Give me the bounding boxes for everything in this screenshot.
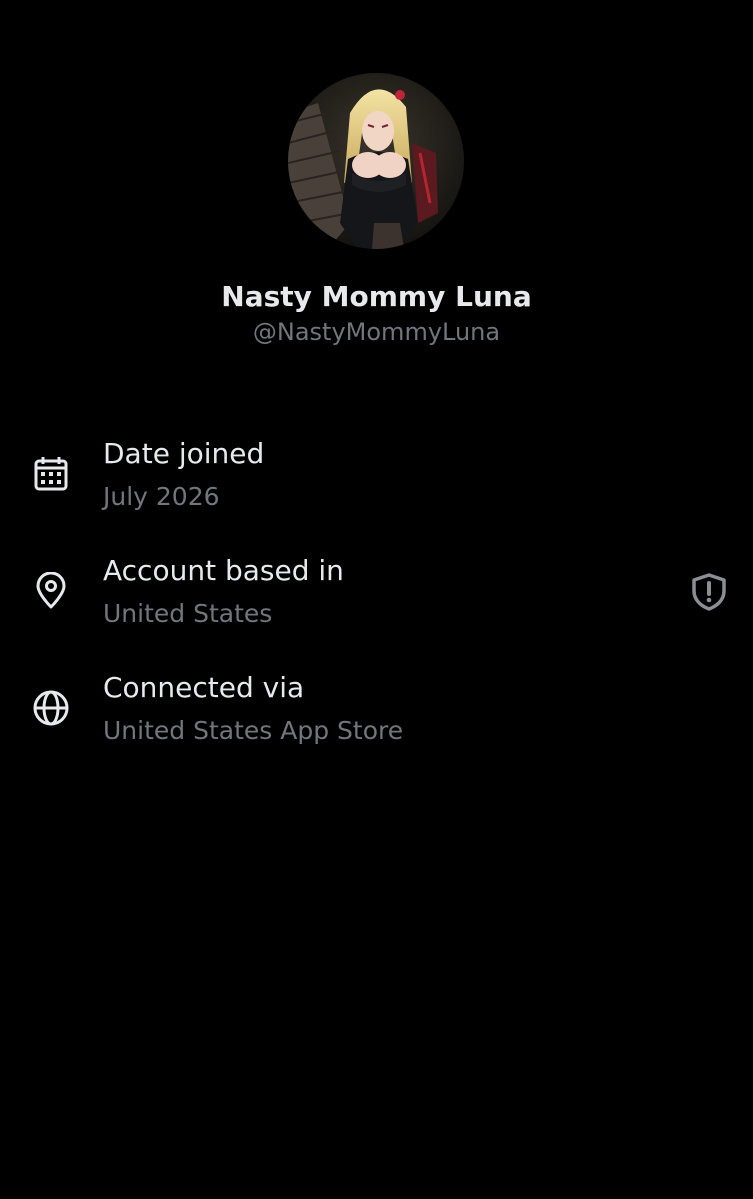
info-row-date-joined: Date joined July 2026 <box>0 432 753 532</box>
row-title: Account based in <box>103 554 344 587</box>
row-title: Date joined <box>103 437 265 470</box>
shield-alert-icon[interactable] <box>690 572 728 612</box>
globe-icon <box>32 689 70 727</box>
info-row-connected-via: Connected via United States App Store <box>0 666 753 766</box>
row-title: Connected via <box>103 671 305 704</box>
location-pin-icon <box>32 572 70 610</box>
avatar-illustration <box>288 73 464 249</box>
profile-avatar[interactable] <box>288 73 464 249</box>
row-value: United States <box>103 599 273 628</box>
row-value: July 2026 <box>103 482 220 511</box>
calendar-icon <box>32 455 70 493</box>
row-value: United States App Store <box>103 716 404 745</box>
display-name: Nasty Mommy Luna <box>221 280 532 313</box>
info-row-account-based-in[interactable]: Account based in United States <box>0 549 753 649</box>
user-handle: @NastyMommyLuna <box>252 318 501 346</box>
